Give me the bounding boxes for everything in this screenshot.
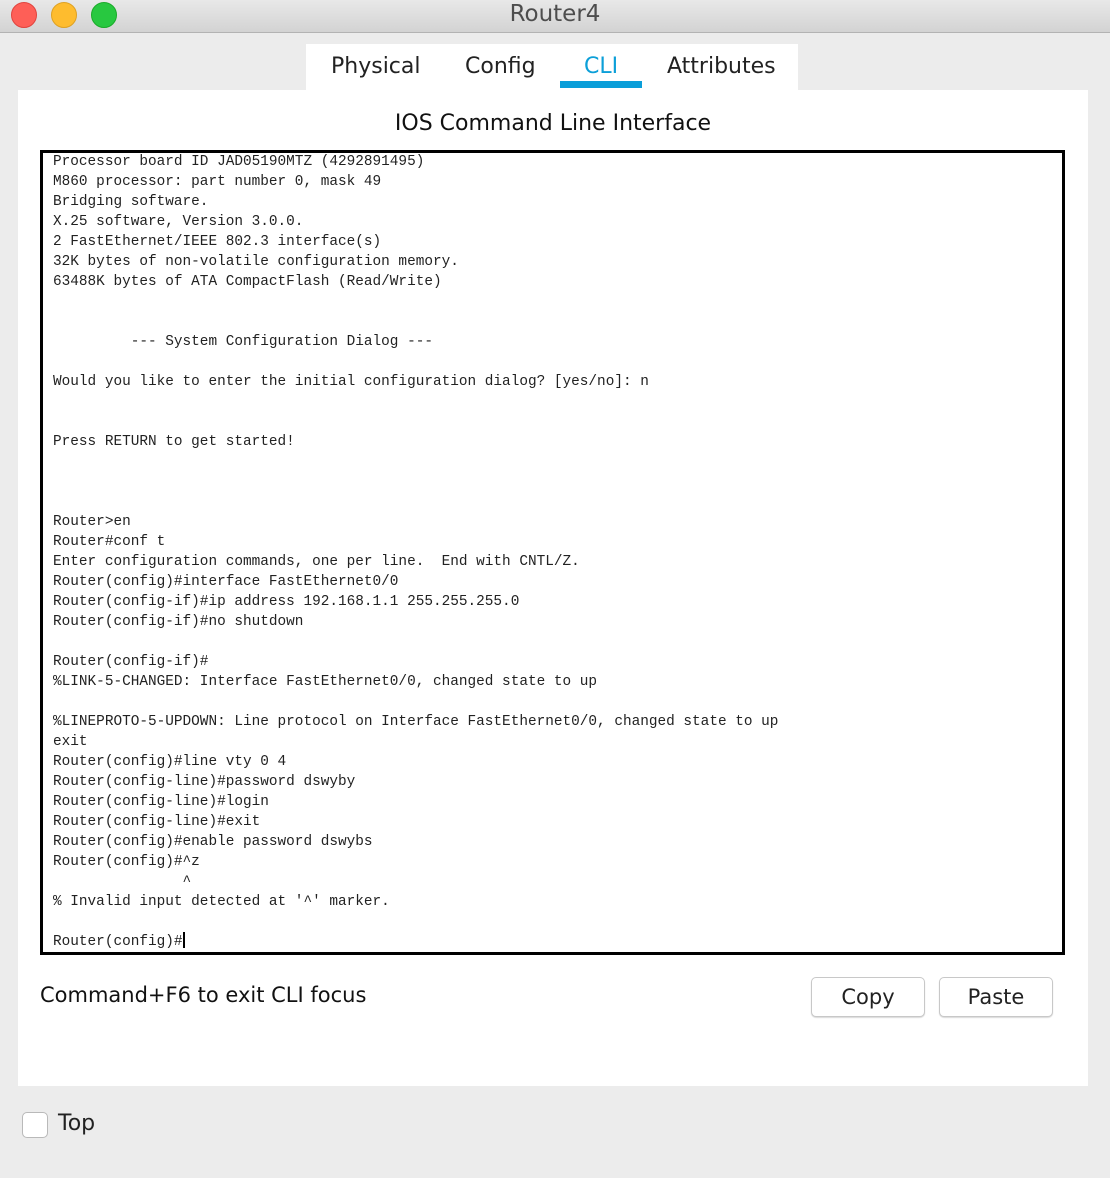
tab-attributes[interactable]: Attributes: [667, 52, 776, 82]
title-bar: Router4: [0, 0, 1110, 33]
active-tab-indicator: [560, 81, 642, 88]
cli-prompt: Router(config)#: [53, 934, 183, 950]
tab-bar: Physical Config CLI Attributes: [306, 44, 798, 90]
tab-cli[interactable]: CLI: [584, 52, 618, 82]
cli-output: Processor board ID JAD05190MTZ (42928914…: [53, 153, 779, 952]
panel-title: IOS Command Line Interface: [394, 111, 712, 136]
cli-history: Processor board ID JAD05190MTZ (42928914…: [53, 154, 779, 910]
tab-physical[interactable]: Physical: [331, 52, 421, 82]
cli-terminal[interactable]: Processor board ID JAD05190MTZ (42928914…: [40, 150, 1065, 955]
copy-button[interactable]: Copy: [811, 977, 925, 1017]
tab-config[interactable]: Config: [465, 52, 536, 82]
exit-focus-hint: Command+F6 to exit CLI focus: [40, 983, 367, 1007]
text-cursor: [182, 932, 185, 948]
cli-panel: IOS Command Line Interface Processor boa…: [18, 90, 1088, 1086]
window-title: Router4: [509, 1, 601, 27]
top-checkbox-label: Top: [58, 1111, 96, 1136]
paste-button[interactable]: Paste: [939, 977, 1053, 1017]
top-checkbox[interactable]: [22, 1112, 48, 1138]
